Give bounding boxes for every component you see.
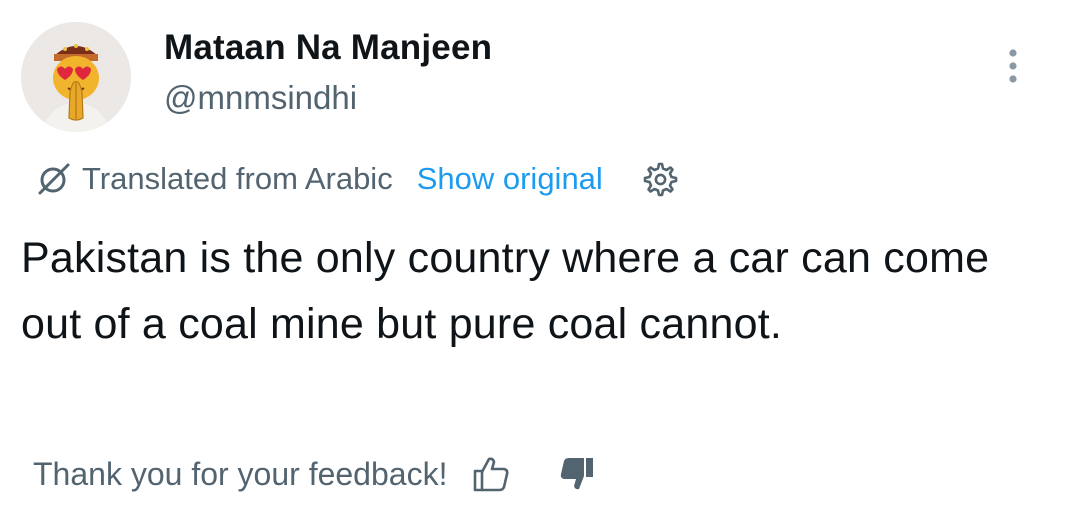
tweet-text: Pakistan is the only country where a car…	[21, 234, 990, 348]
globe-slash-icon	[38, 163, 70, 195]
avatar-image	[21, 22, 131, 132]
more-vertical-icon[interactable]	[996, 44, 1030, 88]
thumbs-up-outline-icon[interactable]	[471, 454, 511, 494]
avatar[interactable]	[21, 22, 131, 132]
tweet: Mataan Na Manjeen @mnmsindhi Translated …	[0, 0, 1067, 527]
translation-feedback: Thank you for your feedback!	[33, 450, 597, 498]
thumbs-down-filled-icon[interactable]	[557, 454, 597, 494]
gear-icon[interactable]	[639, 159, 679, 199]
author-handle[interactable]: @mnmsindhi	[164, 79, 357, 117]
author-display-name[interactable]: Mataan Na Manjeen	[164, 28, 492, 68]
feedback-label: Thank you for your feedback!	[33, 455, 448, 492]
show-original-link[interactable]: Show original	[417, 161, 603, 197]
translation-bar: Translated from Arabic Show original	[34, 157, 679, 201]
translated-from-label: Translated from Arabic	[82, 161, 393, 196]
